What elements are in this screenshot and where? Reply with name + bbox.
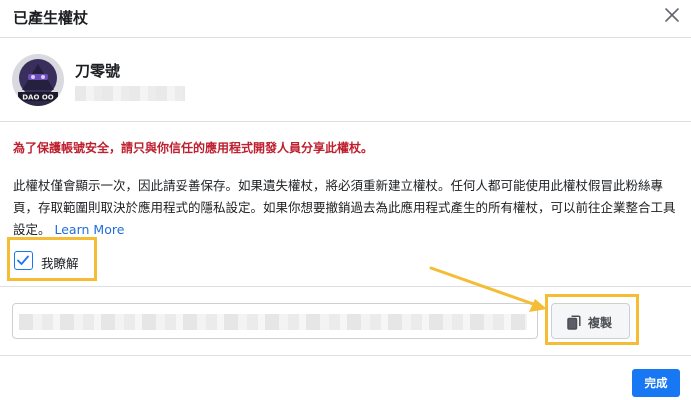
page-subtitle-blurred [75, 86, 185, 101]
token-field[interactable] [12, 303, 538, 339]
close-icon[interactable] [661, 4, 683, 26]
dialog-header: 已產生權杖 [0, 0, 691, 38]
dialog-title: 已產生權杖 [13, 9, 89, 27]
token-description: 此權杖僅會顯示一次，因此請妥善保存。如果遺失權杖，將必須重新建立權杖。任何人都可… [13, 175, 683, 241]
page-avatar: DAO OO [12, 54, 64, 106]
acknowledge-checkbox[interactable] [14, 251, 33, 270]
copy-icon [567, 315, 581, 330]
checkmark-icon [17, 255, 29, 265]
divider [0, 121, 691, 122]
page-name: 刀零號 [75, 62, 121, 80]
done-button[interactable]: 完成 [632, 369, 680, 397]
divider [0, 286, 691, 287]
learn-more-link[interactable]: Learn More [55, 222, 125, 237]
done-button-label: 完成 [644, 376, 668, 390]
token-value-blurred [19, 314, 527, 330]
divider [0, 355, 691, 356]
acknowledge-label[interactable]: 我瞭解 [41, 253, 79, 272]
copy-button[interactable]: 複製 [551, 303, 630, 339]
avatar-logo-text: DAO OO [22, 94, 54, 102]
copy-button-label: 複製 [588, 316, 613, 330]
security-warning: 為了保護帳號安全，請只與你信任的應用程式開發人員分享此權杖。 [13, 141, 374, 155]
